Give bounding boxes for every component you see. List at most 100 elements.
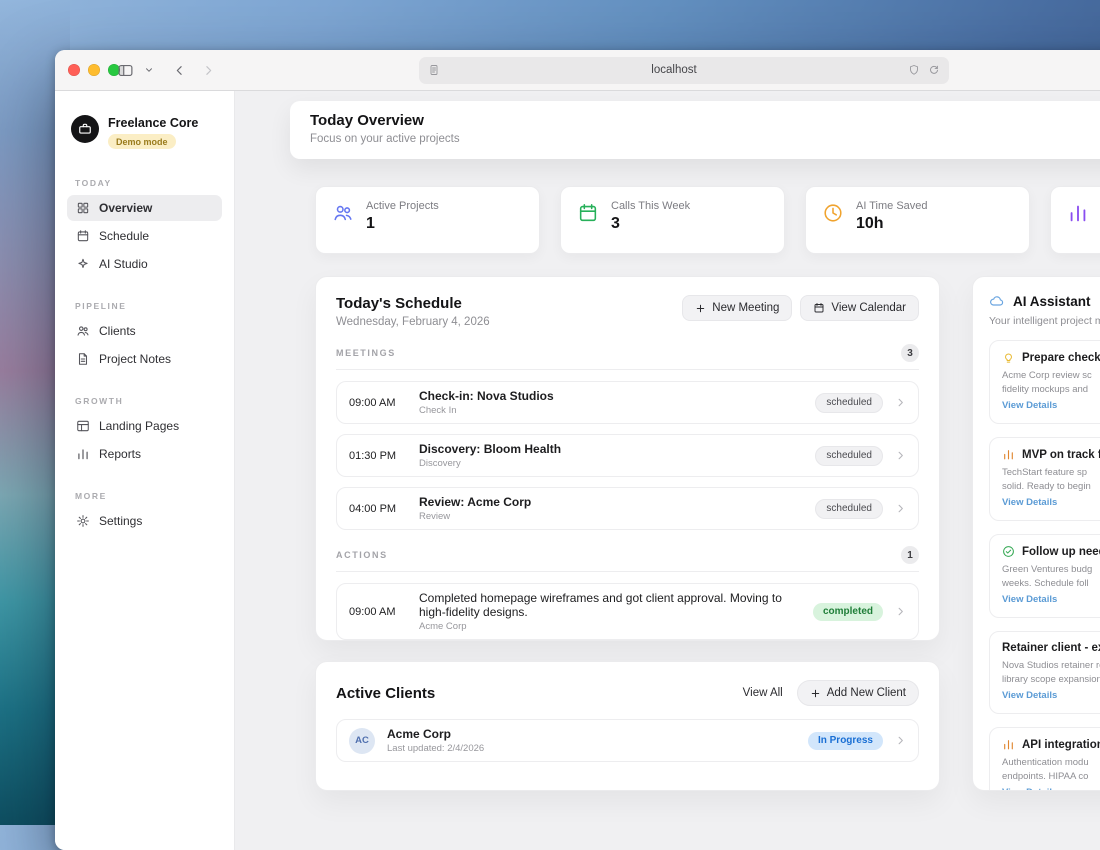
- plus-icon: [810, 688, 821, 699]
- view-details-link[interactable]: View Details: [1002, 594, 1057, 605]
- sidebar-item-label: Project Notes: [99, 351, 172, 366]
- meeting-title: Discovery: Bloom Health: [419, 442, 562, 456]
- ai-card-body: endpoints. HIPAA co: [1002, 771, 1089, 782]
- privacy-shield-icon[interactable]: [908, 64, 920, 76]
- sidebar-item-label: Overview: [99, 200, 153, 215]
- cloud-ai-icon: [989, 293, 1005, 309]
- address-bar[interactable]: localhost: [419, 56, 949, 84]
- view-all-link[interactable]: View All: [743, 687, 783, 699]
- sidebar-item-landing-pages[interactable]: Landing Pages: [67, 413, 222, 439]
- sidebar-item-clients[interactable]: Clients: [67, 318, 222, 344]
- meeting-title: Review: Acme Corp: [419, 495, 532, 509]
- toolbar-left-group: [117, 62, 154, 79]
- ai-insight-card: API integration pro Authentication modu …: [989, 727, 1100, 790]
- nav-section-today: TODAY: [75, 177, 112, 188]
- sidebar-item-schedule[interactable]: Schedule: [67, 223, 222, 249]
- schedule-title: Today's Schedule: [336, 295, 462, 312]
- sidebar-item-reports[interactable]: Reports: [67, 441, 222, 467]
- ai-assistant-panel: AI Assistant Your intelligent project ma…: [972, 276, 1100, 791]
- ai-card-title: Retainer client - exp: [1002, 642, 1100, 654]
- browser-toolbar: localhost: [55, 50, 1100, 91]
- layout-icon: [76, 419, 90, 433]
- status-badge: scheduled: [815, 498, 883, 519]
- calendar-icon: [813, 302, 825, 314]
- meetings-list: 09:00 AM Check-in: Nova Studios Check In…: [336, 381, 919, 530]
- sidebar-item-settings[interactable]: Settings: [67, 508, 222, 534]
- url-text: localhost: [651, 64, 697, 76]
- client-avatar: AC: [349, 727, 375, 754]
- chevron-right-icon: [895, 450, 906, 461]
- nav-section-pipeline: PIPELINE: [75, 300, 127, 311]
- reload-icon[interactable]: [928, 64, 940, 76]
- nav-buttons: [173, 64, 215, 77]
- action-row[interactable]: 09:00 AM Completed homepage wireframes a…: [336, 583, 919, 640]
- action-title: Completed homepage wireframes and got cl…: [419, 591, 782, 619]
- ai-card-body: Green Ventures budg: [1002, 564, 1093, 575]
- ai-insight-card: Follow up needed Green Ventures budg wee…: [989, 534, 1100, 618]
- back-icon[interactable]: [173, 64, 186, 77]
- ai-insights-list: Prepare checkout Acme Corp review sc fid…: [989, 340, 1100, 790]
- ai-card-body: weeks. Schedule foll: [1002, 578, 1089, 589]
- todays-schedule-card: Today's Schedule Wednesday, February 4, …: [315, 276, 940, 641]
- ai-assistant-title: AI Assistant: [1013, 293, 1091, 309]
- ai-card-title: Prepare checkout: [1022, 351, 1100, 364]
- meeting-type: Check In: [419, 405, 457, 416]
- meetings-section-label: MEETINGS: [336, 348, 396, 358]
- reader-icon[interactable]: [428, 64, 440, 76]
- sidebar-item-label: Reports: [99, 446, 142, 461]
- status-badge: completed: [812, 602, 883, 621]
- chevron-right-icon: [895, 735, 906, 746]
- new-meeting-button[interactable]: New Meeting: [682, 295, 793, 321]
- ai-insight-card: Prepare checkout Acme Corp review sc fid…: [989, 340, 1100, 424]
- meeting-row[interactable]: 04:00 PM Review: Acme Corp Review schedu…: [336, 487, 919, 530]
- view-details-link[interactable]: View Details: [1002, 497, 1057, 508]
- chevron-right-icon: [895, 503, 906, 514]
- ai-card-body: solid. Ready to begin: [1002, 481, 1091, 492]
- calendar-icon: [76, 229, 90, 243]
- chevron-right-icon: [895, 397, 906, 408]
- sparkle-icon: [76, 257, 90, 271]
- ai-card-title: API integration pro: [1022, 738, 1100, 751]
- meeting-time: 04:00 PM: [349, 502, 397, 515]
- view-details-link[interactable]: View Details: [1002, 690, 1057, 701]
- minimize-button[interactable]: [88, 64, 100, 76]
- ai-card-title: MVP on track for s: [1022, 448, 1100, 461]
- client-row[interactable]: AC Acme Corp Last updated: 2/4/2026 In P…: [336, 719, 919, 762]
- lightbulb-icon: [1002, 351, 1015, 364]
- sidebar-toggle-icon[interactable]: [117, 62, 134, 79]
- view-calendar-button[interactable]: View Calendar: [800, 295, 919, 321]
- gear-icon: [76, 514, 90, 528]
- demo-mode-badge: Demo mode: [108, 134, 176, 149]
- forward-icon[interactable]: [202, 64, 215, 77]
- view-details-link[interactable]: View Details: [1002, 787, 1057, 790]
- meeting-row[interactable]: 09:00 AM Check-in: Nova Studios Check In…: [336, 381, 919, 424]
- actions-section-label: ACTIONS: [336, 550, 388, 560]
- view-details-link[interactable]: View Details: [1002, 400, 1057, 411]
- bar-chart-icon: [1002, 448, 1015, 461]
- sidebar-item-ai-studio[interactable]: AI Studio: [67, 251, 222, 277]
- meeting-type: Discovery: [419, 458, 461, 469]
- calendar-icon: [577, 202, 599, 240]
- app-brand: Freelance Core Demo mode: [67, 115, 222, 150]
- ai-card-title: Follow up needed: [1022, 545, 1100, 558]
- grid-icon: [76, 201, 90, 215]
- meetings-count-badge: 3: [901, 344, 919, 362]
- schedule-date: Wednesday, February 4, 2026: [336, 316, 490, 328]
- meeting-type: Review: [419, 511, 451, 522]
- actions-list: 09:00 AM Completed homepage wireframes a…: [336, 583, 919, 640]
- close-button[interactable]: [68, 64, 80, 76]
- plus-icon: [695, 303, 706, 314]
- briefcase-logo-icon: [71, 115, 99, 143]
- meeting-row[interactable]: 01:30 PM Discovery: Bloom Health Discove…: [336, 434, 919, 477]
- app-name: Freelance Core: [108, 116, 199, 130]
- sidebar-item-label: Landing Pages: [99, 418, 180, 433]
- sidebar-item-project-notes[interactable]: Project Notes: [67, 346, 222, 372]
- address-bar-actions: [908, 64, 940, 76]
- clients-title: Active Clients: [336, 684, 436, 702]
- chevron-down-icon[interactable]: [144, 65, 154, 75]
- sidebar-item-overview[interactable]: Overview: [67, 194, 222, 221]
- main-content: Today Overview Focus on your active proj…: [235, 91, 1100, 850]
- sidebar-item-label: Settings: [99, 513, 143, 528]
- add-new-client-button[interactable]: Add New Client: [796, 680, 919, 706]
- users-icon: [76, 324, 90, 338]
